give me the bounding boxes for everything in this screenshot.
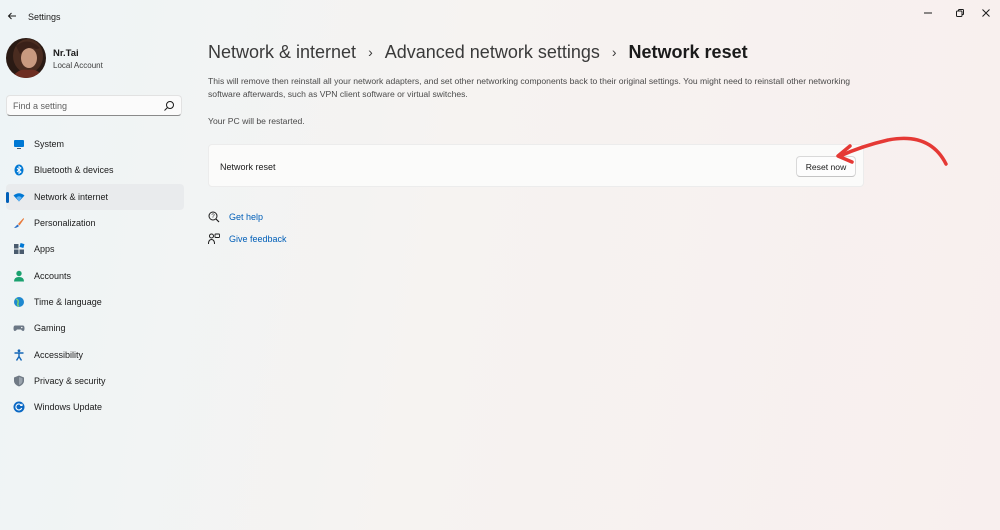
search-icon[interactable] (163, 100, 175, 112)
back-arrow-icon (7, 12, 16, 20)
get-help-link[interactable]: ? Get help (208, 210, 263, 224)
sidebar-item-label: System (34, 139, 65, 150)
network-reset-card: Network reset Reset now (208, 144, 864, 187)
help-icon: ? (208, 211, 220, 223)
back-button[interactable] (4, 8, 20, 24)
avatar (6, 38, 46, 78)
minimize-button[interactable] (914, 4, 942, 22)
sidebar-item-label: Personalization (34, 218, 96, 229)
sidebar-item-personalization[interactable]: Personalization (6, 210, 184, 236)
sidebar-item-network-internet[interactable]: Network & internet (6, 183, 184, 210)
sidebar-item-bluetooth-devices[interactable]: Bluetooth & devices (6, 157, 184, 183)
give-feedback-link[interactable]: Give feedback (208, 232, 287, 246)
close-icon (982, 9, 990, 17)
account-type: Local Account (53, 61, 103, 70)
search-box[interactable] (6, 95, 182, 116)
sidebar-item-label: Accounts (34, 270, 72, 281)
sidebar-item-label: Bluetooth & devices (34, 165, 114, 176)
sidebar-item-label: Accessibility (34, 349, 84, 360)
sidebar-item-accounts[interactable]: Accounts (6, 262, 184, 288)
user-profile[interactable]: Nr.Tai Local Account (6, 38, 186, 80)
restore-button[interactable] (946, 4, 974, 22)
update-icon (13, 401, 25, 413)
breadcrumb-network-internet[interactable]: Network & internet (208, 42, 356, 63)
settings-window: Settings Nr.Tai Local Account Find a set… (0, 0, 1000, 530)
close-button[interactable] (972, 4, 1000, 22)
restart-note: Your PC will be restarted. (208, 116, 305, 126)
sidebar-item-system[interactable]: System (6, 131, 184, 157)
sidebar-item-label: Time & language (34, 296, 102, 307)
minimize-icon (924, 12, 932, 14)
breadcrumb-separator: › (611, 44, 617, 60)
sidebar-item-privacy-security[interactable]: Privacy & security (6, 368, 184, 394)
gamepad-icon (13, 322, 25, 334)
search-input[interactable] (13, 99, 163, 113)
breadcrumb-separator: › (368, 44, 373, 60)
restore-icon (956, 9, 964, 17)
person-icon (13, 270, 25, 282)
bluetooth-icon (13, 164, 25, 176)
reset-description: This will remove then reinstall all your… (208, 76, 851, 99)
get-help-label: Get help (229, 212, 264, 222)
annotation-arrow (836, 136, 948, 166)
sidebar-item-accessibility[interactable]: Accessibility (6, 341, 184, 367)
wifi-icon (13, 191, 25, 203)
sidebar-item-windows-update[interactable]: Windows Update (6, 394, 184, 420)
sidebar-item-gaming[interactable]: Gaming (6, 315, 184, 341)
sidebar-item-label: Network & internet (34, 191, 109, 202)
system-icon (13, 138, 25, 150)
sidebar-item-label: Windows Update (34, 402, 103, 413)
sidebar-item-label: Apps (34, 244, 55, 255)
sidebar-item-label: Privacy & security (34, 375, 106, 386)
app-title: Settings (28, 12, 61, 22)
give-feedback-label: Give feedback (229, 234, 287, 244)
globe-icon (13, 296, 25, 308)
shield-icon (13, 375, 25, 387)
sidebar-item-label: Gaming (34, 323, 66, 334)
accessibility-icon (13, 348, 25, 361)
user-name: Nr.Tai (53, 48, 79, 59)
network-reset-label: Network reset (220, 162, 276, 172)
title-bar: Settings (0, 0, 1000, 34)
page-title: Network reset (628, 41, 748, 62)
breadcrumb: Network & internet › Advanced network se… (208, 39, 748, 65)
brush-icon (13, 217, 25, 229)
feedback-icon (208, 233, 220, 245)
apps-icon (13, 243, 25, 255)
breadcrumb-advanced-network-settings[interactable]: Advanced network settings (385, 42, 600, 63)
sidebar-nav: System Bluetooth & devices Network & int… (6, 131, 184, 420)
sidebar-item-time-language[interactable]: Time & language (6, 289, 184, 315)
sidebar-item-apps[interactable]: Apps (6, 236, 184, 262)
